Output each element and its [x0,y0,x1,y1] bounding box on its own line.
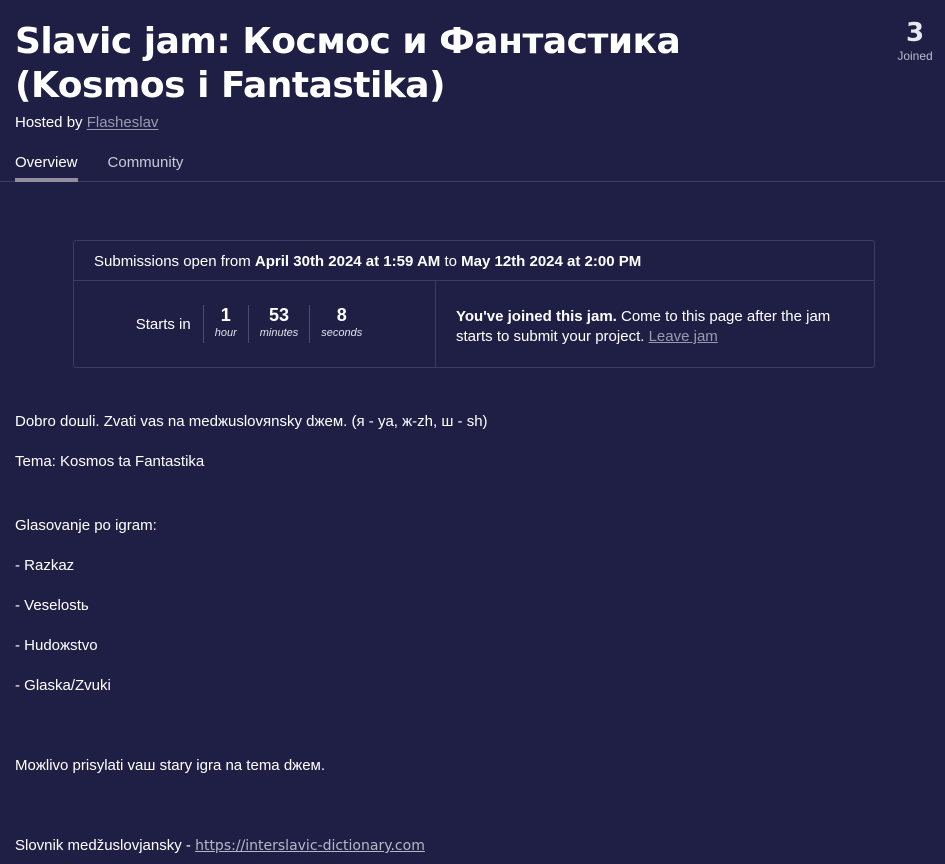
countdown-minutes: 53 minutes [247,305,310,343]
submission-start: April 30th 2024 at 1:59 AM [254,253,441,270]
description-voting-heading: Glasovanje po igram: [15,517,157,534]
countdown-minutes-label: minutes [259,327,299,339]
jam-header: Slavic jam: Космос и Фантастика (Kosmos … [0,0,945,182]
list-item: - Veselostь [15,597,89,614]
tab-community[interactable]: Community [108,153,184,182]
tab-overview[interactable]: Overview [15,153,78,182]
hosted-by: Hosted by Flasheslav [15,114,930,131]
join-status: You've joined this jam. Come to this pag… [436,281,874,367]
submission-dates-box: Submissions open from April 30th 2024 at… [73,240,875,368]
joined-stat: 3 Joined [895,18,935,63]
dictionary-label: Slovnik medžuslovjansky - [15,837,191,854]
jam-tabs: Overview Community [15,153,930,182]
submission-middle: to [444,253,457,270]
list-item: - Hudoжstvo [15,637,98,654]
list-item: - Glaska/Zvuki [15,677,111,694]
leave-jam-link[interactable]: Leave jam [649,328,718,345]
countdown-hours-value: 1 [220,305,231,325]
countdown-seconds-label: seconds [321,327,363,339]
jam-title-line1: Slavic jam: Космос и Фантастика [15,21,681,62]
countdown-hours: 1 hour [202,305,248,343]
description-old-games: Moжlivo prisylati vaш stary igra na tema… [15,757,326,774]
dictionary-line: Slovnik medžuslovjansky - https://inters… [15,837,425,854]
countdown-minutes-value: 53 [269,305,290,325]
countdown-hours-label: hour [214,327,237,339]
list-item: - Razkaz [15,557,75,574]
joined-count: 3 [905,18,925,48]
submission-prefix: Submissions open from [94,253,251,270]
host-link[interactable]: Flasheslav [87,114,159,131]
submission-end: May 12th 2024 at 2:00 PM [461,253,642,270]
join-status-bold: You've joined this jam. [456,308,617,325]
countdown-seconds-value: 8 [336,305,347,325]
hosted-by-label: Hosted by [15,114,83,131]
joined-label: Joined [897,49,933,63]
status-row: Starts in 1 hour 53 minutes 8 seconds Yo… [74,281,874,367]
jam-title-line2: (Kosmos i Fantastika) [15,65,446,106]
starts-in-label: Starts in [135,315,191,333]
description-welcome: Dobro doшli. Zvati vas na medжuslovяnsky… [15,413,488,430]
description-theme: Tema: Kosmos ta Fantastika [15,453,205,470]
countdown-seconds: 8 seconds [309,305,373,343]
jam-title: Slavic jam: Космос и Фантастика (Kosmos … [15,20,815,108]
submission-window: Submissions open from April 30th 2024 at… [74,241,874,281]
countdown: Starts in 1 hour 53 minutes 8 seconds [74,281,436,367]
dictionary-link[interactable]: https://interslavic-dictionary.com [195,838,425,854]
